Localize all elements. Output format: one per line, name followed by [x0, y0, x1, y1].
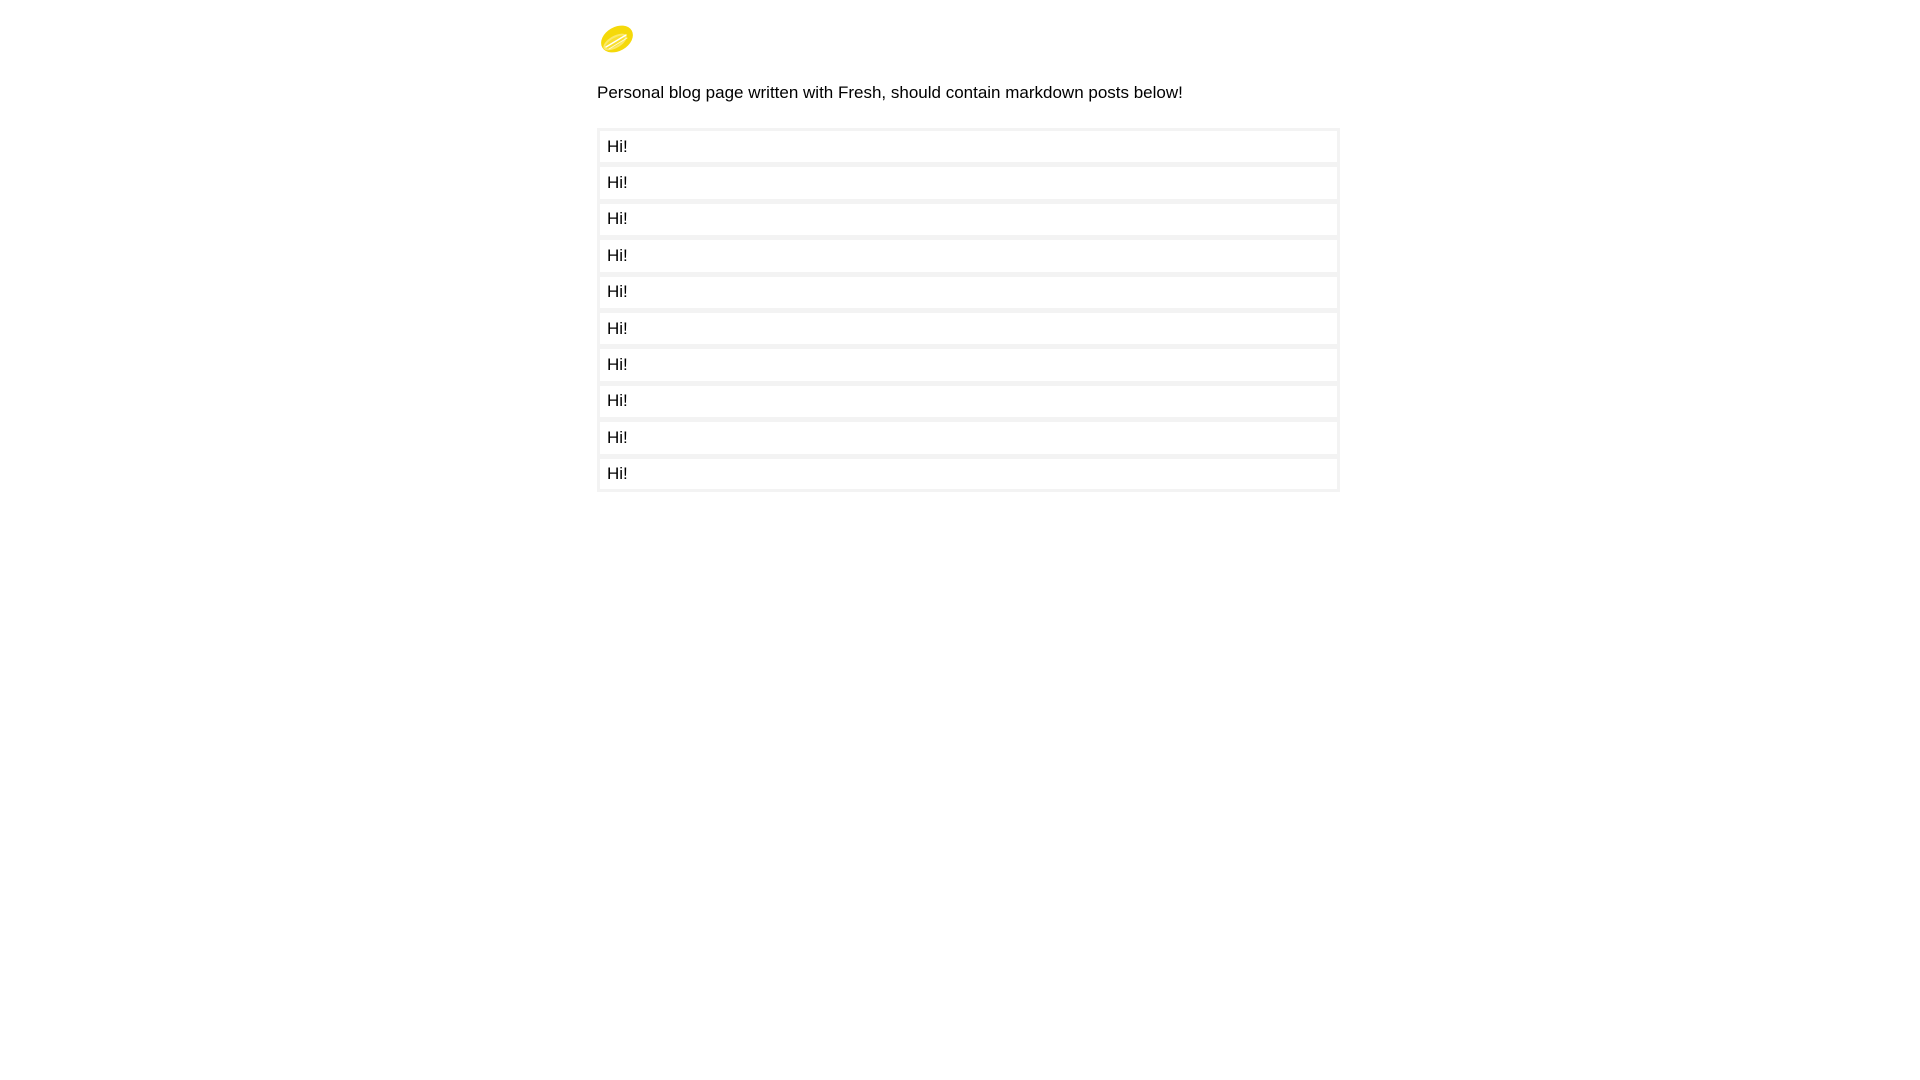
post-item[interactable]: Hi! [597, 200, 1340, 238]
post-item[interactable]: Hi! [597, 309, 1340, 347]
post-item[interactable]: Hi! [597, 346, 1340, 383]
page-intro: Personal blog page written with Fresh, s… [597, 83, 1183, 102]
post-title: Hi! [607, 318, 628, 338]
post-title: Hi! [607, 136, 628, 156]
post-title: Hi! [607, 463, 628, 483]
lemon-icon [597, 18, 637, 58]
post-item[interactable]: Hi! [597, 455, 1340, 492]
post-item[interactable]: Hi! [597, 273, 1340, 310]
post-item[interactable]: Hi! [597, 128, 1340, 165]
post-title: Hi! [607, 355, 628, 375]
post-item[interactable]: Hi! [597, 382, 1340, 420]
post-item[interactable]: Hi! [597, 237, 1340, 274]
post-title: Hi! [607, 173, 628, 193]
post-title: Hi! [607, 427, 628, 447]
post-title: Hi! [607, 209, 628, 229]
post-item[interactable]: Hi! [597, 164, 1340, 201]
post-title: Hi! [607, 282, 628, 302]
post-list: Hi! Hi! Hi! Hi! Hi! Hi! Hi! Hi! Hi! Hi! [597, 128, 1340, 492]
post-title: Hi! [607, 391, 628, 411]
post-item[interactable]: Hi! [597, 419, 1340, 456]
post-title: Hi! [607, 245, 628, 265]
